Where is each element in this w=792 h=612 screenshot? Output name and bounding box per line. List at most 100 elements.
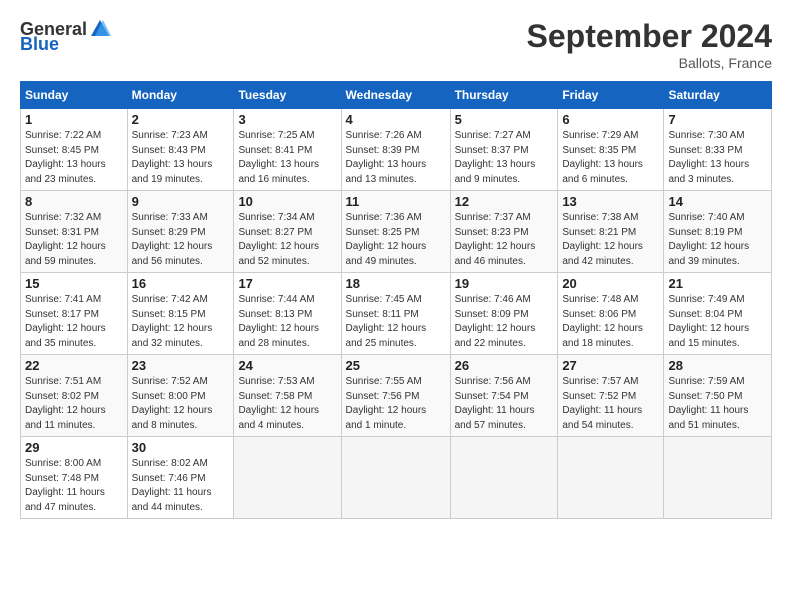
- calendar-row: 1Sunrise: 7:22 AMSunset: 8:45 PMDaylight…: [21, 109, 772, 191]
- day-number: 12: [455, 194, 554, 209]
- day-info: Sunrise: 7:40 AMSunset: 8:19 PMDaylight:…: [668, 211, 767, 269]
- calendar-table: Sunday Monday Tuesday Wednesday Thursday…: [20, 81, 772, 519]
- day-info: Sunrise: 7:55 AMSunset: 7:56 PMDaylight:…: [346, 375, 446, 433]
- day-info: Sunrise: 7:34 AMSunset: 8:27 PMDaylight:…: [238, 211, 336, 269]
- month-title: September 2024: [527, 18, 772, 55]
- day-number: 25: [346, 358, 446, 373]
- day-number: 28: [668, 358, 767, 373]
- calendar-cell: [558, 437, 664, 519]
- day-number: 5: [455, 112, 554, 127]
- day-info: Sunrise: 7:59 AMSunset: 7:50 PMDaylight:…: [668, 375, 767, 433]
- day-number: 30: [132, 440, 230, 455]
- day-number: 21: [668, 276, 767, 291]
- header-row: Sunday Monday Tuesday Wednesday Thursday…: [21, 82, 772, 109]
- day-info: Sunrise: 7:22 AMSunset: 8:45 PMDaylight:…: [25, 129, 123, 187]
- calendar-cell: 22 Sunrise: 7:51 AMSunset: 8:02 PMDayligh…: [21, 355, 128, 437]
- col-saturday: Saturday: [664, 82, 772, 109]
- day-number: 27: [562, 358, 659, 373]
- day-info: Sunrise: 7:27 AMSunset: 8:37 PMDaylight:…: [455, 129, 554, 187]
- calendar-cell: 7 Sunrise: 7:30 AMSunset: 8:33 PMDaylight…: [664, 109, 772, 191]
- calendar-row: 8Sunrise: 7:32 AMSunset: 8:31 PMDaylight…: [21, 191, 772, 273]
- calendar-cell: 1Sunrise: 7:22 AMSunset: 8:45 PMDaylight…: [21, 109, 128, 191]
- day-number: 14: [668, 194, 767, 209]
- day-info: Sunrise: 7:49 AMSunset: 8:04 PMDaylight:…: [668, 293, 767, 351]
- calendar-cell: 3 Sunrise: 7:25 AMSunset: 8:41 PMDaylight…: [234, 109, 341, 191]
- day-number: 23: [132, 358, 230, 373]
- day-number: 17: [238, 276, 336, 291]
- calendar-cell: 24Sunrise: 7:53 AMSunset: 7:58 PMDayligh…: [234, 355, 341, 437]
- calendar-cell: 29 Sunrise: 8:00 AMSunset: 7:48 PMDayligh…: [21, 437, 128, 519]
- day-number: 20: [562, 276, 659, 291]
- day-info: Sunrise: 7:38 AMSunset: 8:21 PMDaylight:…: [562, 211, 659, 269]
- day-info: Sunrise: 7:41 AMSunset: 8:17 PMDaylight:…: [25, 293, 123, 351]
- logo: General Blue: [20, 18, 111, 55]
- day-info: Sunrise: 7:42 AMSunset: 8:15 PMDaylight:…: [132, 293, 230, 351]
- page: General Blue September 2024 Ballots, Fra…: [0, 0, 792, 529]
- logo-blue-text: Blue: [20, 34, 59, 55]
- day-number: 22: [25, 358, 123, 373]
- day-number: 4: [346, 112, 446, 127]
- location: Ballots, France: [527, 55, 772, 71]
- day-number: 3: [238, 112, 336, 127]
- day-info: Sunrise: 7:37 AMSunset: 8:23 PMDaylight:…: [455, 211, 554, 269]
- calendar-row: 22 Sunrise: 7:51 AMSunset: 8:02 PMDayligh…: [21, 355, 772, 437]
- day-number: 13: [562, 194, 659, 209]
- calendar-cell: 16 Sunrise: 7:42 AMSunset: 8:15 PMDayligh…: [127, 273, 234, 355]
- calendar-cell: 21 Sunrise: 7:49 AMSunset: 8:04 PMDayligh…: [664, 273, 772, 355]
- day-info: Sunrise: 8:00 AMSunset: 7:48 PMDaylight:…: [25, 457, 123, 515]
- calendar-cell: 10 Sunrise: 7:34 AMSunset: 8:27 PMDayligh…: [234, 191, 341, 273]
- calendar-cell: 4Sunrise: 7:26 AMSunset: 8:39 PMDaylight…: [341, 109, 450, 191]
- day-info: Sunrise: 7:46 AMSunset: 8:09 PMDaylight:…: [455, 293, 554, 351]
- day-number: 16: [132, 276, 230, 291]
- day-number: 15: [25, 276, 123, 291]
- calendar-cell: [234, 437, 341, 519]
- day-info: Sunrise: 7:51 AMSunset: 8:02 PMDaylight:…: [25, 375, 123, 433]
- calendar-cell: 30Sunrise: 8:02 AMSunset: 7:46 PMDayligh…: [127, 437, 234, 519]
- calendar-cell: 23 Sunrise: 7:52 AMSunset: 8:00 PMDayligh…: [127, 355, 234, 437]
- calendar-row: 29 Sunrise: 8:00 AMSunset: 7:48 PMDayligh…: [21, 437, 772, 519]
- day-info: Sunrise: 7:52 AMSunset: 8:00 PMDaylight:…: [132, 375, 230, 433]
- day-info: Sunrise: 7:29 AMSunset: 8:35 PMDaylight:…: [562, 129, 659, 187]
- day-info: Sunrise: 7:25 AMSunset: 8:41 PMDaylight:…: [238, 129, 336, 187]
- day-info: Sunrise: 7:56 AMSunset: 7:54 PMDaylight:…: [455, 375, 554, 433]
- day-info: Sunrise: 7:36 AMSunset: 8:25 PMDaylight:…: [346, 211, 446, 269]
- calendar-cell: [664, 437, 772, 519]
- calendar-cell: 15 Sunrise: 7:41 AMSunset: 8:17 PMDayligh…: [21, 273, 128, 355]
- calendar-cell: [341, 437, 450, 519]
- day-number: 11: [346, 194, 446, 209]
- day-number: 6: [562, 112, 659, 127]
- day-info: Sunrise: 7:53 AMSunset: 7:58 PMDaylight:…: [238, 375, 336, 433]
- day-info: Sunrise: 7:23 AMSunset: 8:43 PMDaylight:…: [132, 129, 230, 187]
- day-info: Sunrise: 7:45 AMSunset: 8:11 PMDaylight:…: [346, 293, 446, 351]
- day-number: 10: [238, 194, 336, 209]
- calendar-cell: 13 Sunrise: 7:38 AMSunset: 8:21 PMDayligh…: [558, 191, 664, 273]
- calendar-cell: 12 Sunrise: 7:37 AMSunset: 8:23 PMDayligh…: [450, 191, 558, 273]
- calendar-cell: 17 Sunrise: 7:44 AMSunset: 8:13 PMDayligh…: [234, 273, 341, 355]
- col-thursday: Thursday: [450, 82, 558, 109]
- calendar-cell: 26 Sunrise: 7:56 AMSunset: 7:54 PMDayligh…: [450, 355, 558, 437]
- calendar-cell: 5 Sunrise: 7:27 AMSunset: 8:37 PMDaylight…: [450, 109, 558, 191]
- day-number: 26: [455, 358, 554, 373]
- logo-icon: [89, 18, 111, 40]
- calendar-cell: 19 Sunrise: 7:46 AMSunset: 8:09 PMDayligh…: [450, 273, 558, 355]
- title-area: September 2024 Ballots, France: [527, 18, 772, 71]
- calendar-cell: [450, 437, 558, 519]
- day-info: Sunrise: 7:33 AMSunset: 8:29 PMDaylight:…: [132, 211, 230, 269]
- day-number: 7: [668, 112, 767, 127]
- calendar-cell: 27Sunrise: 7:57 AMSunset: 7:52 PMDayligh…: [558, 355, 664, 437]
- day-number: 19: [455, 276, 554, 291]
- day-number: 9: [132, 194, 230, 209]
- day-number: 8: [25, 194, 123, 209]
- calendar-cell: 25 Sunrise: 7:55 AMSunset: 7:56 PMDayligh…: [341, 355, 450, 437]
- col-monday: Monday: [127, 82, 234, 109]
- day-number: 29: [25, 440, 123, 455]
- calendar-cell: 20Sunrise: 7:48 AMSunset: 8:06 PMDayligh…: [558, 273, 664, 355]
- day-info: Sunrise: 7:44 AMSunset: 8:13 PMDaylight:…: [238, 293, 336, 351]
- calendar-row: 15 Sunrise: 7:41 AMSunset: 8:17 PMDayligh…: [21, 273, 772, 355]
- day-number: 2: [132, 112, 230, 127]
- header: General Blue September 2024 Ballots, Fra…: [20, 18, 772, 71]
- day-number: 18: [346, 276, 446, 291]
- day-info: Sunrise: 7:30 AMSunset: 8:33 PMDaylight:…: [668, 129, 767, 187]
- col-friday: Friday: [558, 82, 664, 109]
- calendar-cell: 14 Sunrise: 7:40 AMSunset: 8:19 PMDayligh…: [664, 191, 772, 273]
